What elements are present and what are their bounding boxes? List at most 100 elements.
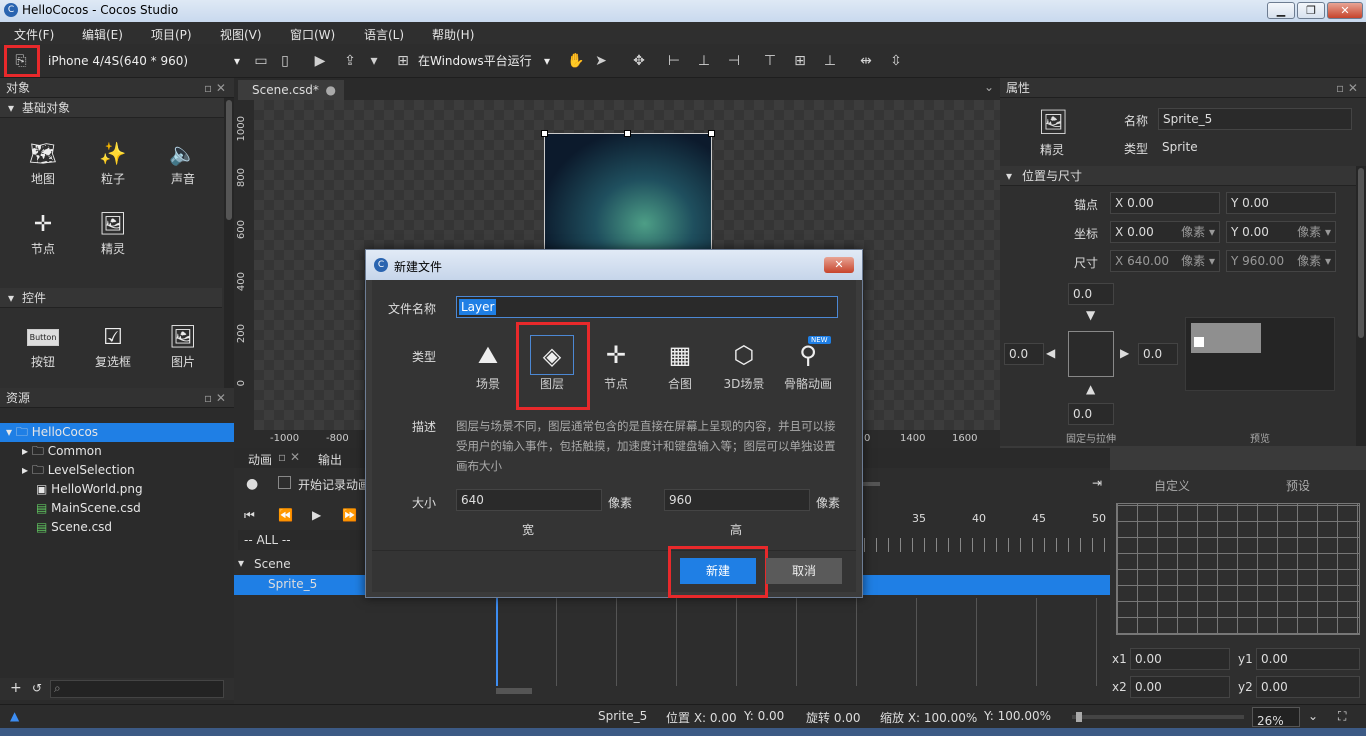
tab-preset[interactable]: 预设 bbox=[1286, 477, 1310, 494]
menu-language[interactable]: 语言(L) bbox=[364, 26, 404, 43]
tab-custom[interactable]: 自定义 bbox=[1154, 477, 1190, 494]
portrait-icon[interactable]: ▯ bbox=[276, 52, 294, 70]
zoom-input[interactable]: 26% bbox=[1252, 707, 1300, 728]
y1-field[interactable]: 0.00 bbox=[1256, 648, 1360, 670]
tree-item[interactable]: ▣ HelloWorld.png bbox=[0, 480, 234, 499]
resize-handle[interactable] bbox=[541, 130, 548, 137]
align-center-icon[interactable]: ⊥ bbox=[695, 52, 713, 70]
menu-view[interactable]: 视图(V) bbox=[220, 26, 262, 43]
tab-scene[interactable]: Scene.csd* ● bbox=[238, 80, 344, 100]
move-icon[interactable]: ✥ bbox=[630, 52, 648, 70]
fit-screen-icon[interactable]: ⛶ bbox=[1338, 709, 1346, 724]
play-icon[interactable]: ▶ bbox=[312, 508, 321, 522]
margin-top-field[interactable]: 0.0 bbox=[1068, 283, 1114, 305]
landscape-icon[interactable]: ▭ bbox=[252, 52, 270, 70]
publish-icon[interactable]: ⇪ bbox=[341, 52, 359, 70]
sprite-image[interactable] bbox=[544, 133, 712, 263]
type-sprite-sheet[interactable]: ▦ 合图 bbox=[648, 335, 712, 392]
object-particle[interactable]: ✨ 粒子 bbox=[83, 140, 143, 187]
pin-bottom-icon[interactable]: ▲ bbox=[1086, 382, 1095, 396]
control-checkbox[interactable]: ☑ 复选框 bbox=[83, 323, 143, 370]
menu-project[interactable]: 项目(P) bbox=[151, 26, 192, 43]
play-icon[interactable]: ▶ bbox=[311, 52, 329, 70]
close-button[interactable]: ✕ bbox=[1327, 2, 1363, 19]
animation-filter[interactable]: -- ALL -- bbox=[238, 530, 368, 550]
pin-left-icon[interactable]: ◀ bbox=[1046, 346, 1055, 360]
margin-left-field[interactable]: 0.0 bbox=[1004, 343, 1044, 365]
panel-close-icon[interactable]: ▫ ✕ bbox=[204, 78, 226, 98]
panel-close-icon[interactable]: ▫ ✕ bbox=[278, 450, 300, 464]
close-tab-icon[interactable]: ● bbox=[326, 80, 336, 100]
tab-output[interactable]: 输出 bbox=[318, 451, 342, 468]
minimize-button[interactable]: ▁ bbox=[1267, 2, 1295, 19]
objects-scrollbar[interactable] bbox=[224, 98, 234, 388]
tree-item[interactable]: ▸ 🗀 LevelSelection bbox=[0, 461, 234, 480]
pin-right-icon[interactable]: ▶ bbox=[1120, 346, 1129, 360]
type-layer[interactable]: ◈ 图层 bbox=[520, 335, 584, 392]
position-size-section[interactable]: ▾ 位置与尺寸 bbox=[1000, 166, 1356, 186]
new-file-icon[interactable]: ⎘ bbox=[12, 52, 30, 70]
chevron-down-icon[interactable]: ▾ bbox=[365, 52, 383, 70]
next-frame-icon[interactable]: ⏩ bbox=[342, 508, 357, 522]
align-top-icon[interactable]: ⊤ bbox=[761, 52, 779, 70]
menu-help[interactable]: 帮助(H) bbox=[432, 26, 474, 43]
run-target-select[interactable]: 在Windows平台运行 ▾ bbox=[414, 50, 552, 72]
resize-handle[interactable] bbox=[708, 130, 715, 137]
object-sound[interactable]: 🔈 声音 bbox=[153, 140, 213, 187]
stretch-box[interactable] bbox=[1068, 331, 1114, 377]
anchor-x-field[interactable]: X 0.00 bbox=[1110, 192, 1220, 214]
properties-scrollbar[interactable] bbox=[1356, 166, 1366, 446]
filename-input[interactable]: Layer bbox=[456, 296, 838, 318]
tree-item[interactable]: ▸ 🗀 Common bbox=[0, 442, 234, 461]
align-middle-icon[interactable]: ⊞ bbox=[791, 52, 809, 70]
easing-curve-grid[interactable] bbox=[1116, 503, 1360, 635]
add-icon[interactable]: + bbox=[10, 680, 22, 696]
height-input[interactable]: 960 bbox=[664, 489, 810, 511]
type-scene[interactable]: ⛰ 场景 bbox=[456, 335, 520, 392]
hand-tool-icon[interactable]: ✋ bbox=[567, 52, 585, 70]
prev-frame-icon[interactable]: ⏪ bbox=[278, 508, 293, 522]
chevron-down-icon[interactable]: ⌄ bbox=[984, 80, 994, 94]
panel-close-icon[interactable]: ▫ ✕ bbox=[204, 388, 226, 408]
object-sprite[interactable]: 🖼 精灵 bbox=[83, 210, 143, 257]
chevron-down-icon[interactable]: ⌄ bbox=[1308, 709, 1318, 723]
menu-window[interactable]: 窗口(W) bbox=[290, 26, 335, 43]
y2-field[interactable]: 0.00 bbox=[1256, 676, 1360, 698]
distribute-v-icon[interactable]: ⇳ bbox=[887, 52, 905, 70]
menu-file[interactable]: 文件(F) bbox=[14, 26, 54, 43]
size-h-field[interactable]: Y 960.00 像素 ▾ bbox=[1226, 250, 1336, 272]
tree-item[interactable]: ▤ MainScene.csd bbox=[0, 499, 234, 518]
align-left-icon[interactable]: ⊢ bbox=[665, 52, 683, 70]
controls-section[interactable]: ▾ 控件 bbox=[0, 288, 222, 308]
timeline-zoom-slider[interactable] bbox=[862, 482, 880, 486]
type-node[interactable]: ✛ 节点 bbox=[584, 335, 648, 392]
tree-item-root[interactable]: ▾ 🗀 HelloCocos bbox=[0, 423, 234, 442]
control-image[interactable]: 🖼 图片 bbox=[153, 323, 213, 370]
device-select[interactable]: iPhone 4/4S(640 * 960) ▾ bbox=[44, 50, 244, 72]
playhead[interactable] bbox=[496, 598, 498, 686]
basic-objects-section[interactable]: ▾ 基础对象 bbox=[0, 98, 234, 118]
zoom-slider[interactable] bbox=[1072, 712, 1244, 722]
name-input[interactable]: Sprite_5 bbox=[1158, 108, 1352, 130]
align-right-icon[interactable]: ⊣ bbox=[725, 52, 743, 70]
margin-bottom-field[interactable]: 0.0 bbox=[1068, 403, 1114, 425]
anchor-y-field[interactable]: Y 0.00 bbox=[1226, 192, 1336, 214]
pin-top-icon[interactable]: ▼ bbox=[1086, 308, 1095, 322]
warning-icon[interactable]: ▲ bbox=[10, 709, 19, 723]
unit-dropdown[interactable]: 像素 ▾ bbox=[1181, 251, 1215, 271]
tab-animation[interactable]: 动画 bbox=[248, 451, 272, 468]
margin-right-field[interactable]: 0.0 bbox=[1138, 343, 1178, 365]
first-frame-icon[interactable]: ⏮ bbox=[244, 508, 255, 523]
resources-search-input[interactable]: ⌕ bbox=[50, 680, 224, 698]
maximize-button[interactable]: ❐ bbox=[1297, 2, 1325, 19]
timeline-end-icon[interactable]: ⇥ bbox=[1092, 476, 1102, 490]
type-3d-scene[interactable]: ⬡ 3D场景 bbox=[712, 335, 776, 392]
tree-item[interactable]: ▤ Scene.csd bbox=[0, 518, 234, 537]
unit-dropdown[interactable]: 像素 ▾ bbox=[1297, 251, 1331, 271]
cancel-button[interactable]: 取消 bbox=[766, 558, 842, 584]
expand-arrow-icon[interactable]: ▾ bbox=[238, 556, 244, 570]
x1-field[interactable]: 0.00 bbox=[1130, 648, 1230, 670]
timeline-scrollbar[interactable] bbox=[496, 688, 532, 694]
width-input[interactable]: 640 bbox=[456, 489, 602, 511]
unit-dropdown[interactable]: 像素 ▾ bbox=[1181, 222, 1215, 242]
